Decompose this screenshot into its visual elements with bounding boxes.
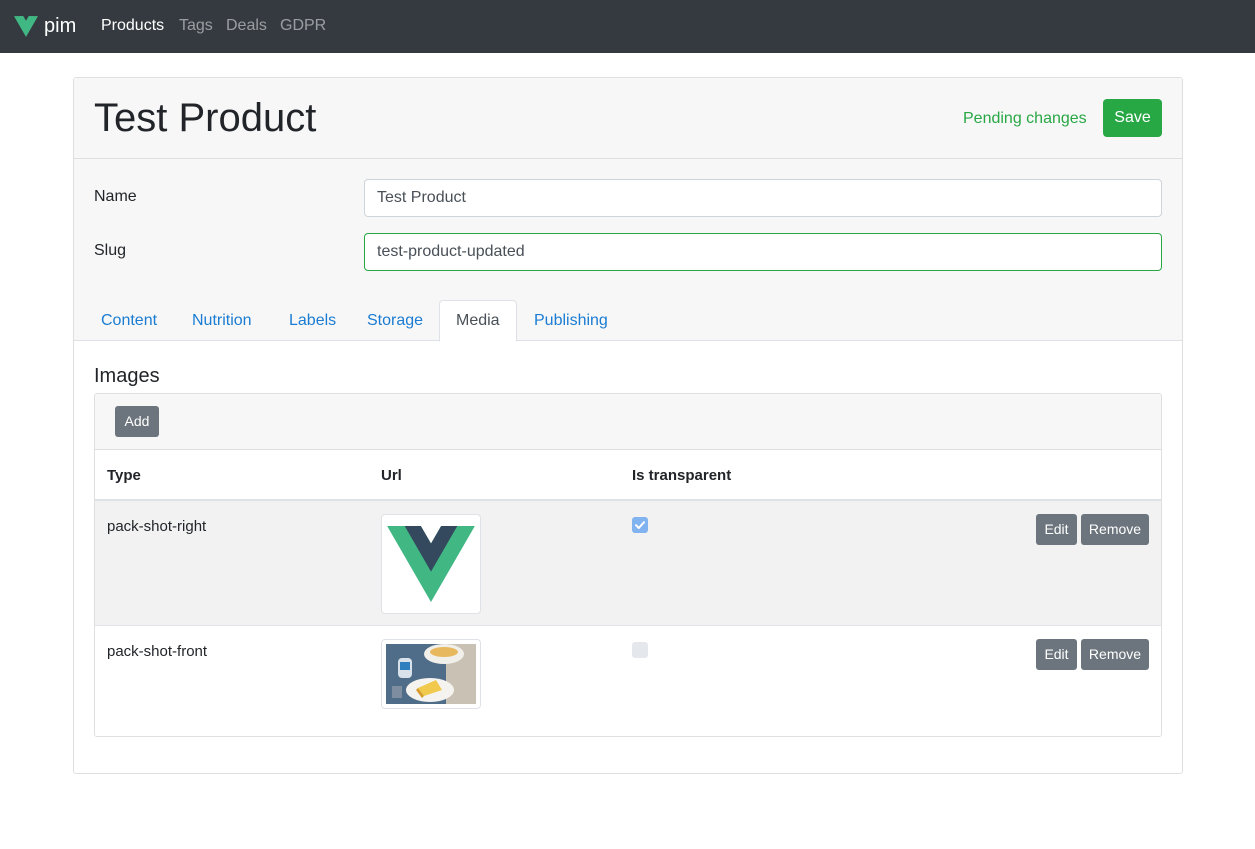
vue-logo-icon — [14, 15, 38, 37]
column-header-url: Url — [381, 467, 402, 484]
pending-changes-status: Pending changes — [963, 110, 1087, 127]
images-table: Add Type Url Is transparent pack-shot-ri… — [94, 393, 1162, 737]
images-toolbar: Add — [95, 394, 1161, 450]
table-row: pack-shot-right Edit Remove — [95, 501, 1161, 626]
table-row: pack-shot-front Edit Remove — [95, 626, 1161, 736]
table-header: Type Url Is transparent — [95, 451, 1161, 501]
nav-link-gdpr[interactable]: GDPR — [280, 16, 326, 36]
nav-link-deals[interactable]: Deals — [226, 16, 267, 36]
tab-nutrition[interactable]: Nutrition — [176, 300, 268, 341]
save-button[interactable]: Save — [1103, 99, 1162, 137]
product-card: Test Product Pending changes Save Name T… — [73, 77, 1183, 774]
name-field[interactable]: Test Product — [364, 179, 1162, 217]
image-thumbnail[interactable] — [381, 639, 481, 709]
card-header: Test Product Pending changes Save — [74, 78, 1182, 159]
name-label: Name — [94, 188, 137, 205]
brand-name: pim — [44, 15, 77, 37]
nav-link-tags[interactable]: Tags — [179, 16, 213, 36]
add-image-button[interactable]: Add — [115, 406, 159, 437]
brand-link[interactable]: pim — [14, 12, 76, 40]
is-transparent-checkbox[interactable] — [632, 642, 648, 658]
tab-labels[interactable]: Labels — [273, 300, 352, 341]
tab-storage[interactable]: Storage — [351, 300, 439, 341]
slug-label: Slug — [94, 242, 127, 259]
image-thumbnail[interactable] — [381, 514, 481, 614]
edit-button[interactable]: Edit — [1036, 514, 1077, 545]
edit-button[interactable]: Edit — [1036, 639, 1077, 670]
product-photo-image — [386, 644, 476, 704]
remove-button[interactable]: Remove — [1081, 639, 1149, 670]
check-icon — [635, 521, 645, 529]
nav-link-products[interactable]: Products — [101, 16, 164, 36]
column-header-type: Type — [107, 467, 141, 484]
image-type: pack-shot-right — [107, 518, 207, 535]
image-type: pack-shot-front — [107, 643, 208, 660]
vue-logo-icon — [387, 526, 475, 602]
is-transparent-checkbox[interactable] — [632, 517, 648, 533]
remove-button[interactable]: Remove — [1081, 514, 1149, 545]
tab-publishing[interactable]: Publishing — [518, 300, 624, 341]
tab-media[interactable]: Media — [439, 300, 517, 342]
images-heading: Images — [94, 365, 160, 387]
tab-content[interactable]: Content — [85, 300, 173, 341]
top-navbar: pim Products Tags Deals GDPR — [0, 0, 1255, 53]
column-header-is-transparent: Is transparent — [632, 467, 732, 484]
slug-field[interactable]: test-product-updated — [364, 233, 1162, 271]
page-title: Test Product — [94, 96, 317, 140]
